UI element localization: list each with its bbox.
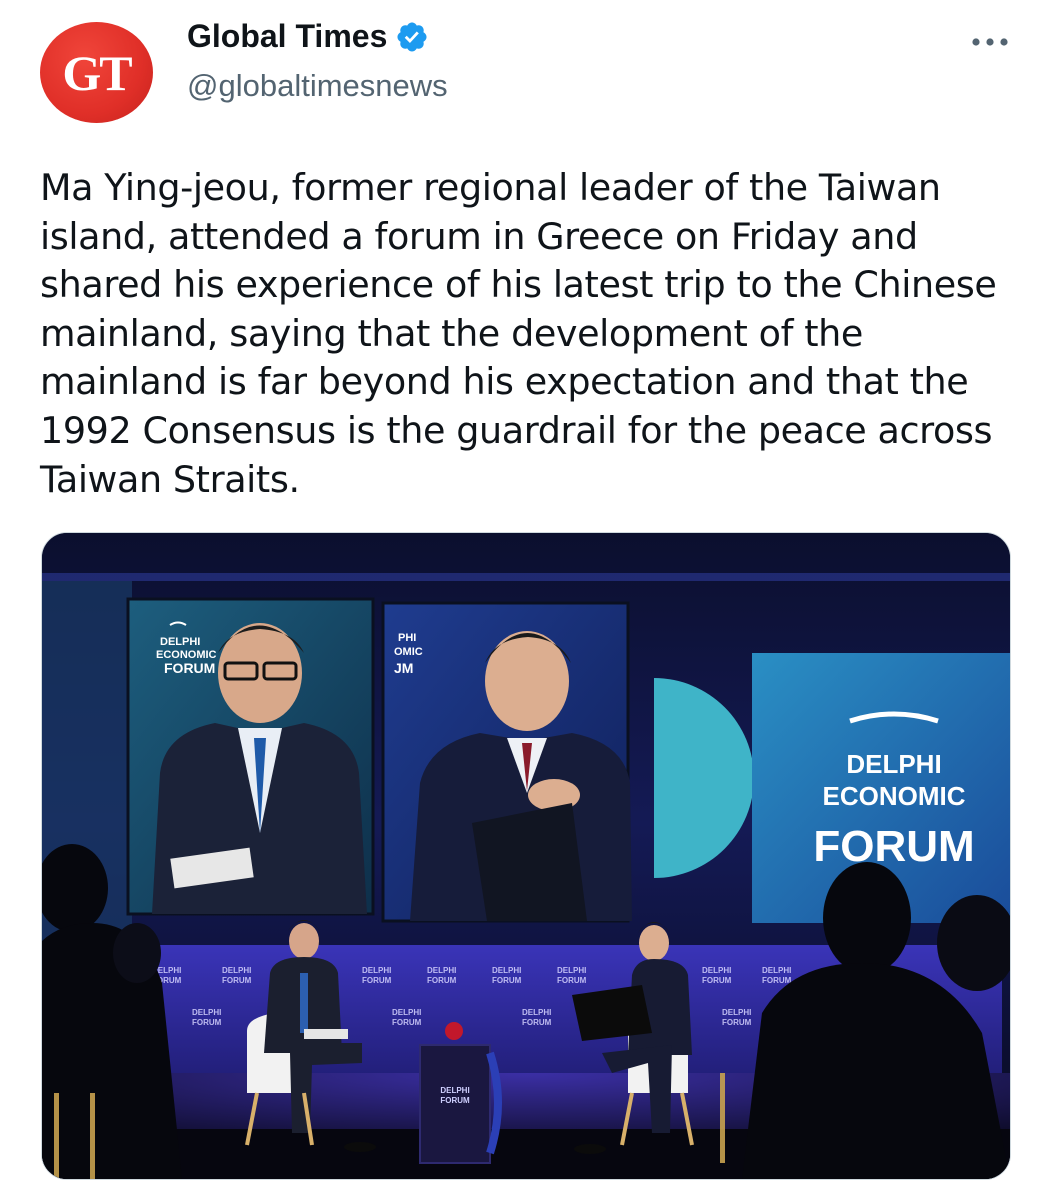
- svg-text:FORUM: FORUM: [722, 1018, 752, 1027]
- svg-text:DELPHI: DELPHI: [362, 966, 391, 975]
- svg-text:FORUM: FORUM: [492, 976, 522, 985]
- avatar-monogram: GT: [62, 44, 132, 101]
- tweet: GT Global Times @globaltimesnews Ma Ying…: [0, 0, 1050, 1200]
- more-options-button[interactable]: [968, 22, 1012, 62]
- svg-text:FORUM: FORUM: [762, 976, 792, 985]
- avatar[interactable]: GT: [40, 22, 153, 123]
- tweet-text: Ma Ying-jeou, former regional leader of …: [40, 166, 997, 501]
- svg-text:FORUM: FORUM: [440, 1096, 470, 1105]
- svg-text:OMIC: OMIC: [394, 646, 423, 658]
- stage-sign-line1: DELPHI: [846, 749, 941, 779]
- svg-text:DELPHI: DELPHI: [722, 1008, 751, 1017]
- svg-text:FORUM: FORUM: [427, 976, 457, 985]
- svg-text:DELPHI: DELPHI: [192, 1008, 221, 1017]
- svg-text:JM: JM: [394, 660, 413, 676]
- svg-text:FORUM: FORUM: [522, 1018, 552, 1027]
- svg-text:PHI: PHI: [398, 632, 416, 644]
- svg-text:DELPHI: DELPHI: [557, 966, 586, 975]
- svg-text:FORUM: FORUM: [222, 976, 252, 985]
- tweet-photo[interactable]: DELPHI ECONOMIC FORUM PHI OMIC JM DELPHI…: [41, 532, 1011, 1180]
- verified-badge-icon: [395, 20, 429, 54]
- author-display-name: Global Times: [187, 18, 388, 54]
- svg-text:DELPHI: DELPHI: [160, 636, 200, 648]
- svg-text:DELPHI: DELPHI: [702, 966, 731, 975]
- stage-sign-line3: FORUM: [813, 822, 974, 871]
- svg-text:DELPHI: DELPHI: [392, 1008, 421, 1017]
- forum-stage-photo: DELPHI ECONOMIC FORUM PHI OMIC JM DELPHI…: [42, 533, 1010, 1179]
- svg-text:DELPHI: DELPHI: [222, 966, 251, 975]
- more-horizontal-icon: [972, 38, 1008, 46]
- author-name-row[interactable]: Global Times: [187, 18, 429, 55]
- svg-text:FORUM: FORUM: [362, 976, 392, 985]
- svg-text:FORUM: FORUM: [557, 976, 587, 985]
- author-handle[interactable]: @globaltimesnews: [187, 68, 448, 104]
- svg-text:FORUM: FORUM: [164, 660, 215, 676]
- svg-text:DELPHI: DELPHI: [440, 1086, 469, 1095]
- svg-text:FORUM: FORUM: [392, 1018, 422, 1027]
- svg-text:DELPHI: DELPHI: [492, 966, 521, 975]
- svg-text:FORUM: FORUM: [192, 1018, 222, 1027]
- svg-text:DELPHI: DELPHI: [427, 966, 456, 975]
- svg-text:FORUM: FORUM: [702, 976, 732, 985]
- svg-text:DELPHI: DELPHI: [762, 966, 791, 975]
- svg-text:DELPHI: DELPHI: [522, 1008, 551, 1017]
- stage-sign-line2: ECONOMIC: [823, 781, 966, 811]
